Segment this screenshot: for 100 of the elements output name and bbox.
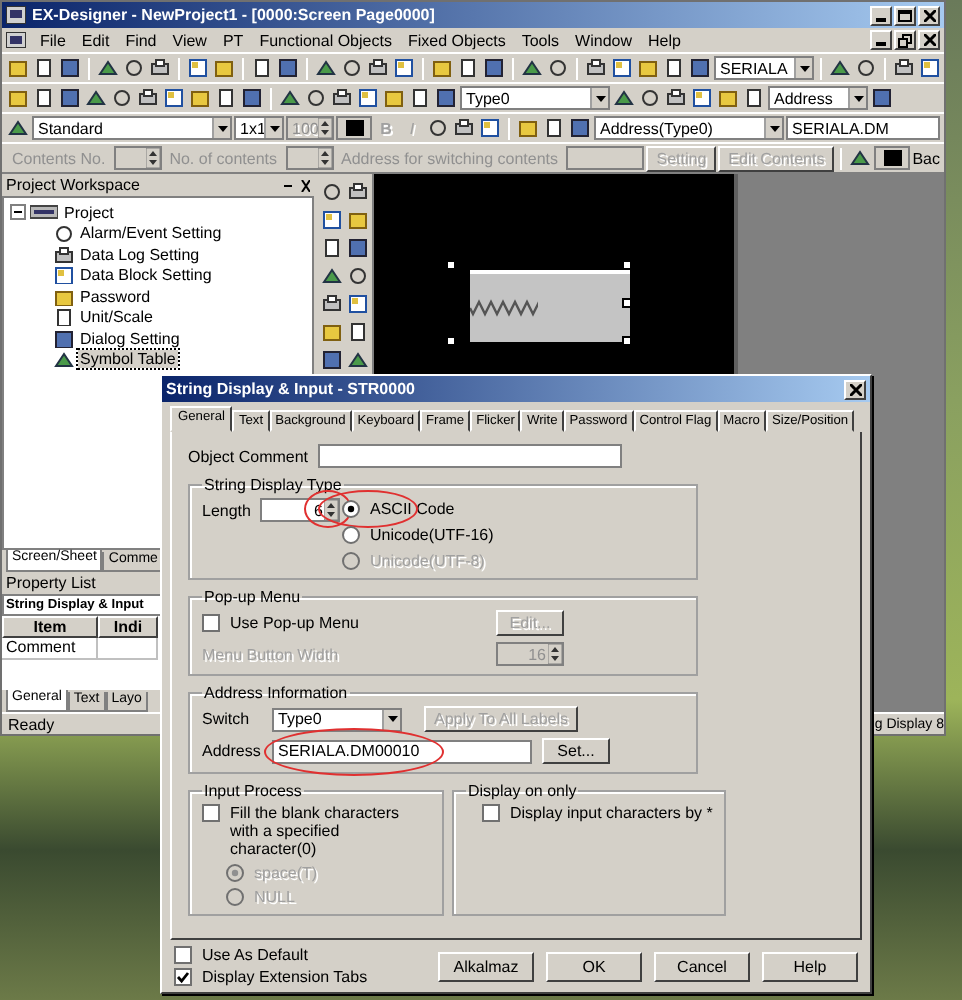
checkbox-label: Use Pop-up Menu: [230, 614, 359, 632]
close-button[interactable]: [844, 379, 866, 399]
field-label: No. of contents: [167, 149, 280, 167]
field-label: Address: [202, 742, 262, 760]
pin-close-icon[interactable]: [282, 179, 310, 191]
app-icon: [6, 6, 26, 24]
resize-handle-icon[interactable]: [446, 260, 456, 270]
field-label: Address for switching contents: [339, 149, 561, 167]
minimize-button[interactable]: [870, 30, 892, 50]
caret-icon: [797, 61, 811, 75]
menu-item[interactable]: Tools: [519, 31, 562, 49]
contents-count-spinner[interactable]: [285, 146, 334, 170]
spin-arrows-icon: [548, 644, 562, 664]
table-cell: Comment: [2, 638, 98, 660]
menu-item[interactable]: PT: [220, 31, 246, 49]
field-label: Switch: [202, 710, 252, 728]
dialog-title: String Display & Input - STR0000: [166, 380, 415, 398]
maximize-button[interactable]: [894, 5, 916, 25]
radio-label: Unicode(UTF-16): [370, 526, 494, 544]
switch-address-field[interactable]: [566, 146, 645, 170]
menu-item[interactable]: Help: [646, 31, 683, 49]
switch-combo[interactable]: Type0: [272, 707, 402, 731]
field-label: Length: [202, 501, 251, 519]
close-button[interactable]: [918, 30, 940, 50]
dialog-button[interactable]: Alkalmaz: [438, 951, 534, 981]
group-title: Input Process: [202, 782, 304, 800]
tree-icon: [54, 245, 74, 264]
collapse-icon[interactable]: [10, 204, 26, 221]
restore-button[interactable]: [894, 30, 916, 50]
folder-icon: [30, 204, 58, 221]
app-icon: [6, 32, 26, 48]
close-button[interactable]: [918, 5, 940, 25]
checkbox[interactable]: [202, 804, 220, 822]
dialog-button[interactable]: OK: [546, 951, 642, 981]
color-swatch-icon: [345, 120, 363, 136]
checkbox-label: Display input characters by *: [510, 804, 713, 822]
dialog-button[interactable]: Cancel: [654, 951, 750, 981]
minimize-button[interactable]: [870, 5, 892, 25]
restore-icon: [898, 33, 912, 47]
radio-label: ASCII Code: [370, 500, 455, 518]
tree-item[interactable]: Password: [78, 287, 153, 306]
tree-item[interactable]: Symbol Table: [78, 350, 178, 369]
checkbox[interactable]: [482, 804, 500, 822]
menu-item[interactable]: Fixed Objects: [405, 31, 508, 49]
address-field[interactable]: SERIALA.DM00010: [272, 739, 532, 763]
menu-item[interactable]: File: [38, 31, 68, 49]
group-title: Display on only: [466, 782, 579, 800]
close-icon: [923, 34, 935, 46]
menu-item[interactable]: Functional Objects: [257, 31, 394, 49]
status-text: Ready: [8, 715, 55, 733]
field-label: Object Comment: [188, 447, 309, 465]
resize-handle-icon[interactable]: [446, 336, 456, 346]
radio-button[interactable]: [342, 500, 360, 518]
menu-item[interactable]: Find: [123, 31, 159, 49]
panel-title: Project Workspace: [6, 176, 140, 194]
checkbox-label: Fill the blank characters with a specified character(0): [230, 804, 401, 858]
caret-icon: [267, 121, 281, 135]
object-comment-field[interactable]: [318, 444, 623, 468]
caret-icon: [767, 121, 781, 135]
menu-item[interactable]: Window: [573, 31, 634, 49]
address-type-combo[interactable]: Address(Type0): [594, 116, 784, 140]
checkbox[interactable]: [174, 968, 192, 986]
column-header: Item: [2, 616, 98, 638]
contents-no-spinner[interactable]: [113, 146, 162, 170]
style-combo[interactable]: Standard: [32, 116, 232, 140]
menu-item[interactable]: Edit: [79, 31, 112, 49]
dialog-button[interactable]: Help: [762, 951, 858, 981]
checkbox-label: Use As Default: [202, 946, 308, 964]
set-button[interactable]: Set...: [542, 738, 610, 764]
field-label: Contents No.: [10, 149, 108, 167]
tree-item[interactable]: Project: [62, 203, 116, 222]
group-title: Pop-up Menu: [202, 588, 303, 606]
address-combo[interactable]: Address: [768, 86, 868, 110]
tree-item[interactable]: Unit/Scale: [78, 308, 155, 327]
resize-handle-icon[interactable]: [622, 336, 632, 346]
menu-item[interactable]: View: [170, 31, 209, 49]
tree-item[interactable]: Data Block Setting: [78, 266, 214, 285]
caret-icon: [851, 91, 865, 105]
group-title: Address Information: [202, 684, 350, 702]
column-header: Indi: [98, 616, 158, 638]
checkbox-label: Display Extension Tabs: [202, 968, 368, 986]
color-picker[interactable]: [336, 116, 372, 140]
switch-combo[interactable]: Type0: [460, 86, 610, 110]
color-picker[interactable]: [874, 146, 911, 170]
color-swatch-icon: [883, 150, 902, 166]
tree-item[interactable]: Alarm/Event Setting: [78, 224, 224, 243]
checkbox[interactable]: [174, 946, 192, 964]
close-icon: [849, 383, 861, 395]
resize-handle-icon[interactable]: [622, 298, 632, 308]
tree-item[interactable]: Dialog Setting: [78, 329, 182, 348]
tree-icon: [54, 266, 74, 285]
tree-icon: [54, 224, 74, 243]
close-icon: [923, 9, 935, 21]
radio-button[interactable]: [342, 526, 360, 544]
pattern-icon: [470, 298, 538, 318]
caret-icon: [215, 121, 229, 135]
port-combo[interactable]: SERIALA: [714, 56, 814, 80]
resize-handle-icon[interactable]: [622, 260, 632, 270]
tree-item[interactable]: Data Log Setting: [78, 245, 202, 264]
address-field[interactable]: SERIALA.DM: [786, 116, 940, 140]
